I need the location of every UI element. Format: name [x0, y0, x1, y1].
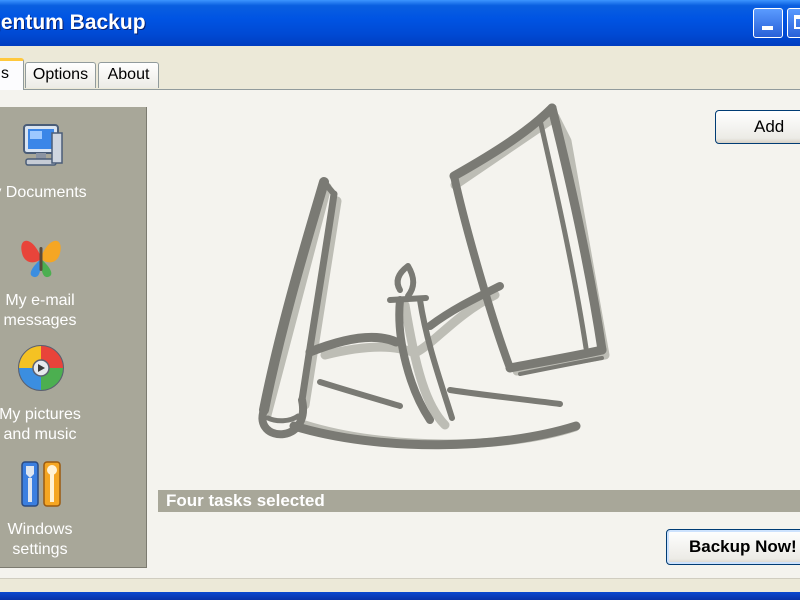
sidebar-item-email[interactable]: My e-mail messages: [0, 227, 146, 337]
sidebar-item-my-documents[interactable]: y Documents: [0, 119, 146, 209]
window-bottom-edge: [0, 578, 800, 591]
tab-tasks[interactable]: s: [0, 58, 24, 90]
sidebar-item-label: Windows settings: [7, 521, 73, 558]
backup-now-button[interactable]: Backup Now!: [666, 529, 800, 565]
sidebar-item-windows-settings[interactable]: Windows settings: [0, 456, 146, 566]
tab-about[interactable]: About: [98, 62, 159, 88]
status-text: Four tasks selected: [158, 490, 800, 512]
tab-strip: s Options About: [0, 46, 800, 92]
maximize-button[interactable]: [787, 8, 800, 38]
app-window: gentum Backup s Options About y Document…: [0, 0, 800, 600]
tools-icon: [21, 461, 61, 507]
butterfly-icon: [21, 240, 61, 278]
tab-divider: [0, 89, 800, 90]
computer-icon: [23, 124, 63, 166]
tab-options[interactable]: Options: [25, 62, 96, 88]
window-title: gentum Backup: [0, 11, 146, 34]
sidebar-item-pictures-music[interactable]: My pictures and music: [0, 341, 146, 451]
backup-artwork-illustration: [258, 103, 610, 450]
title-bar[interactable]: gentum Backup: [0, 0, 800, 46]
sidebar-item-label: My pictures and music: [0, 406, 81, 443]
media-disc-icon: [18, 345, 64, 391]
sidebar-item-label: My e-mail messages: [3, 292, 77, 329]
sidebar-item-label: y Documents: [0, 184, 87, 201]
task-sidebar: y Documents My e-mail messages My pictur…: [0, 107, 147, 568]
add-button[interactable]: Add: [715, 110, 800, 144]
minimize-button[interactable]: [753, 8, 783, 38]
window-frame-bottom: [0, 592, 800, 600]
